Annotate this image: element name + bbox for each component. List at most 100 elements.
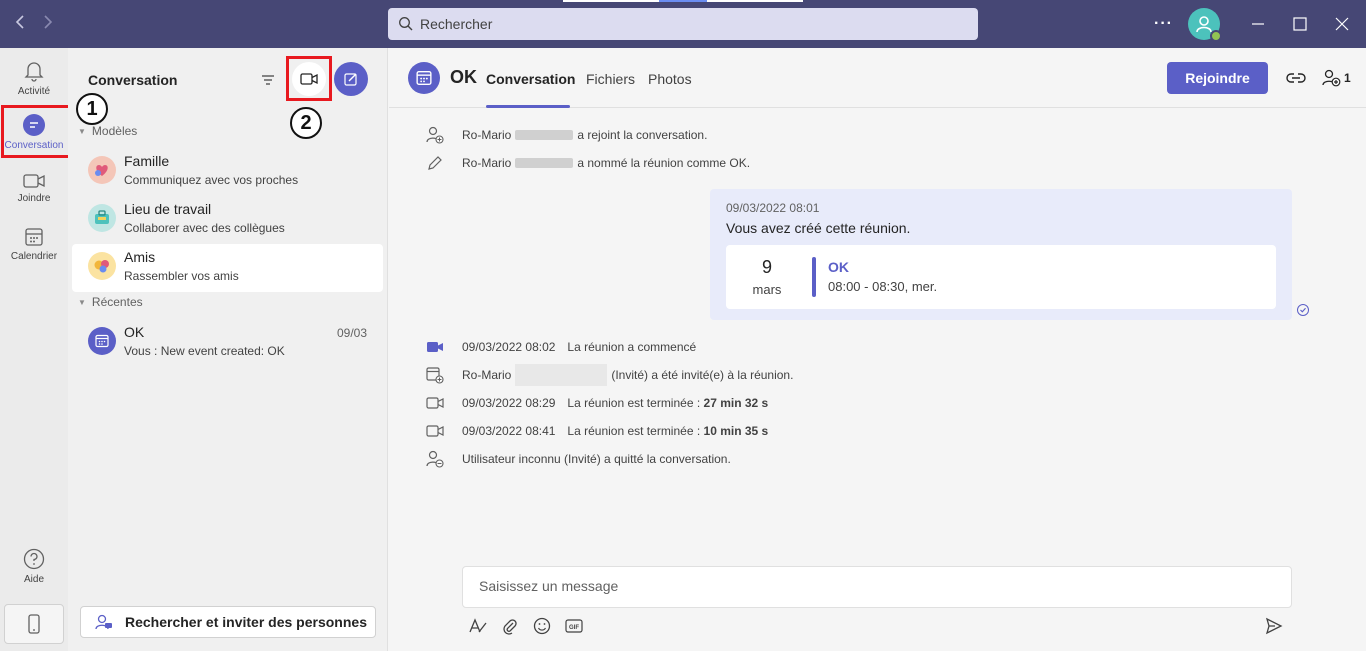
search-input[interactable] (420, 16, 940, 32)
user-name: Ro-Mario (462, 156, 512, 170)
event-text: La réunion est terminée : (567, 396, 701, 410)
tab-photos[interactable]: Photos (648, 71, 692, 87)
page-title: OK (450, 67, 477, 87)
read-receipt-icon (1297, 304, 1309, 316)
chat-subtitle: Communiquez avec vos proches (124, 173, 299, 187)
rail-item-activity[interactable]: Activité (0, 50, 68, 106)
event-meeting-ended-2: 09/03/2022 08:41 La réunion est terminée… (425, 421, 768, 441)
event-user-left: Utilisateur inconnu (Invité) a quitté la… (425, 449, 731, 469)
main-conversation-area: OK Conversation Fichiers Photos Rejoindr… (389, 48, 1366, 651)
rail-label: Aide (23, 573, 44, 585)
system-message-renamed: Ro-Mario a nommé la réunion comme OK. (425, 153, 750, 173)
message-text: Vous avez créé cette réunion. (726, 220, 911, 236)
invite-person-icon (95, 614, 113, 630)
person-left-icon (425, 450, 445, 468)
close-icon[interactable] (1330, 12, 1354, 36)
mobile-phone-icon (28, 614, 40, 634)
rail-item-join[interactable]: Joindre (0, 160, 68, 216)
invite-people-button[interactable]: Rechercher et inviter des personnes (80, 606, 376, 638)
event-duration: 27 min 32 s (703, 396, 769, 410)
filter-icon[interactable] (256, 68, 280, 92)
video-camera-icon (300, 73, 318, 85)
chat-name: Lieu de travail (124, 201, 212, 217)
chat-item-lieu-de-travail[interactable]: Lieu de travail Collaborer avec des coll… (72, 196, 383, 244)
event-time: 09/03/2022 08:29 (462, 396, 556, 410)
section-label: Modèles (91, 124, 138, 138)
tab-conversation[interactable]: Conversation (486, 71, 575, 87)
event-month: mars (752, 282, 782, 297)
event-card[interactable]: 9 mars OK 08:00 - 08:30, mer. (726, 245, 1276, 309)
emoji-icon[interactable] (531, 616, 553, 636)
chat-list-title: Conversation (88, 72, 178, 88)
video-icon (425, 396, 445, 410)
invite-label: Rechercher et inviter des personnes (125, 614, 367, 630)
back-arrow-icon[interactable] (10, 13, 30, 35)
chat-item-amis[interactable]: Amis Rassembler vos amis (72, 244, 383, 292)
pencil-icon (425, 155, 445, 171)
section-recent-header[interactable]: ▼ Récentes (78, 295, 143, 309)
user-name: Ro-Mario (462, 128, 512, 142)
event-meeting-ended-1: 09/03/2022 08:29 La réunion est terminée… (425, 393, 768, 413)
bell-icon (24, 61, 44, 82)
tab-fichiers[interactable]: Fichiers (586, 71, 635, 87)
svg-text:GIF: GIF (569, 625, 579, 631)
gif-icon[interactable]: GIF (563, 616, 585, 636)
chat-item-famille[interactable]: Famille Communiquez avec vos proches (72, 148, 383, 196)
message-input[interactable] (479, 578, 1269, 594)
join-button[interactable]: Rejoindre (1167, 62, 1268, 94)
chat-item-ok[interactable]: OK Vous : New event created: OK 09/03 (72, 319, 383, 367)
mobile-device-button[interactable] (4, 604, 64, 644)
participants-button[interactable]: 1 (1322, 67, 1351, 89)
redacted-surname (515, 158, 574, 168)
user-avatar[interactable] (1188, 8, 1222, 42)
message-text: a nommé la réunion comme OK. (577, 156, 751, 170)
chat-subtitle: Vous : New event created: OK (124, 344, 285, 358)
rail-item-help[interactable]: Aide (0, 538, 68, 594)
meet-now-button[interactable] (292, 62, 326, 96)
rail-label: Activité (17, 85, 51, 97)
help-icon (23, 548, 45, 569)
event-time: 09/03/2022 08:02 (462, 340, 556, 354)
event-text: La réunion est terminée : (567, 424, 701, 438)
chat-icon (23, 113, 45, 136)
conversation-header: OK Conversation Fichiers Photos Rejoindr… (389, 48, 1366, 108)
link-icon[interactable] (1285, 68, 1307, 88)
user-name: Ro-Mario (462, 368, 512, 382)
top-indicator (563, 0, 803, 2)
format-icon[interactable] (467, 616, 489, 636)
attach-icon[interactable] (499, 616, 521, 636)
chat-date: 09/03 (336, 326, 367, 340)
participant-count: 1 (1344, 71, 1351, 85)
calendar-icon (25, 227, 43, 246)
compose-icon (344, 73, 357, 86)
redacted-surname (515, 130, 574, 140)
active-tab-indicator (486, 105, 570, 108)
rail-label: Calendrier (10, 250, 58, 262)
event-day: 9 (761, 257, 772, 277)
briefcase-avatar-icon (88, 204, 116, 232)
chat-subtitle: Collaborer avec des collègues (124, 221, 285, 235)
more-options-icon[interactable]: ··· (1154, 12, 1173, 36)
video-filled-icon (425, 340, 445, 354)
people-icon (1322, 69, 1341, 87)
chat-name: OK (124, 324, 145, 340)
title-bar: ··· (0, 0, 1366, 48)
section-models-header[interactable]: ▼ Modèles (78, 124, 137, 138)
forward-arrow-icon[interactable] (38, 13, 58, 35)
collapse-triangle-icon: ▼ (78, 126, 86, 136)
new-chat-button[interactable] (334, 62, 368, 96)
event-meeting-started: 09/03/2022 08:02 La réunion a commencé (425, 337, 696, 357)
presence-status-icon (1210, 30, 1222, 42)
send-icon[interactable] (1263, 616, 1285, 636)
video-icon (425, 424, 445, 438)
rail-item-calendar[interactable]: Calendrier (0, 216, 68, 272)
search-box[interactable] (388, 8, 978, 40)
rail-item-conversation[interactable]: Conversation (0, 104, 68, 160)
maximize-icon[interactable] (1288, 12, 1312, 36)
message-composer[interactable] (462, 566, 1292, 608)
event-time: 08:00 - 08:30, mer. (828, 279, 938, 294)
minimize-icon[interactable] (1246, 12, 1270, 36)
meeting-calendar-icon (88, 327, 116, 355)
chat-list-panel: Conversation 1 2 ▼ Modèles Famille Commu… (68, 48, 388, 651)
annotation-number-1: 1 (76, 93, 108, 125)
